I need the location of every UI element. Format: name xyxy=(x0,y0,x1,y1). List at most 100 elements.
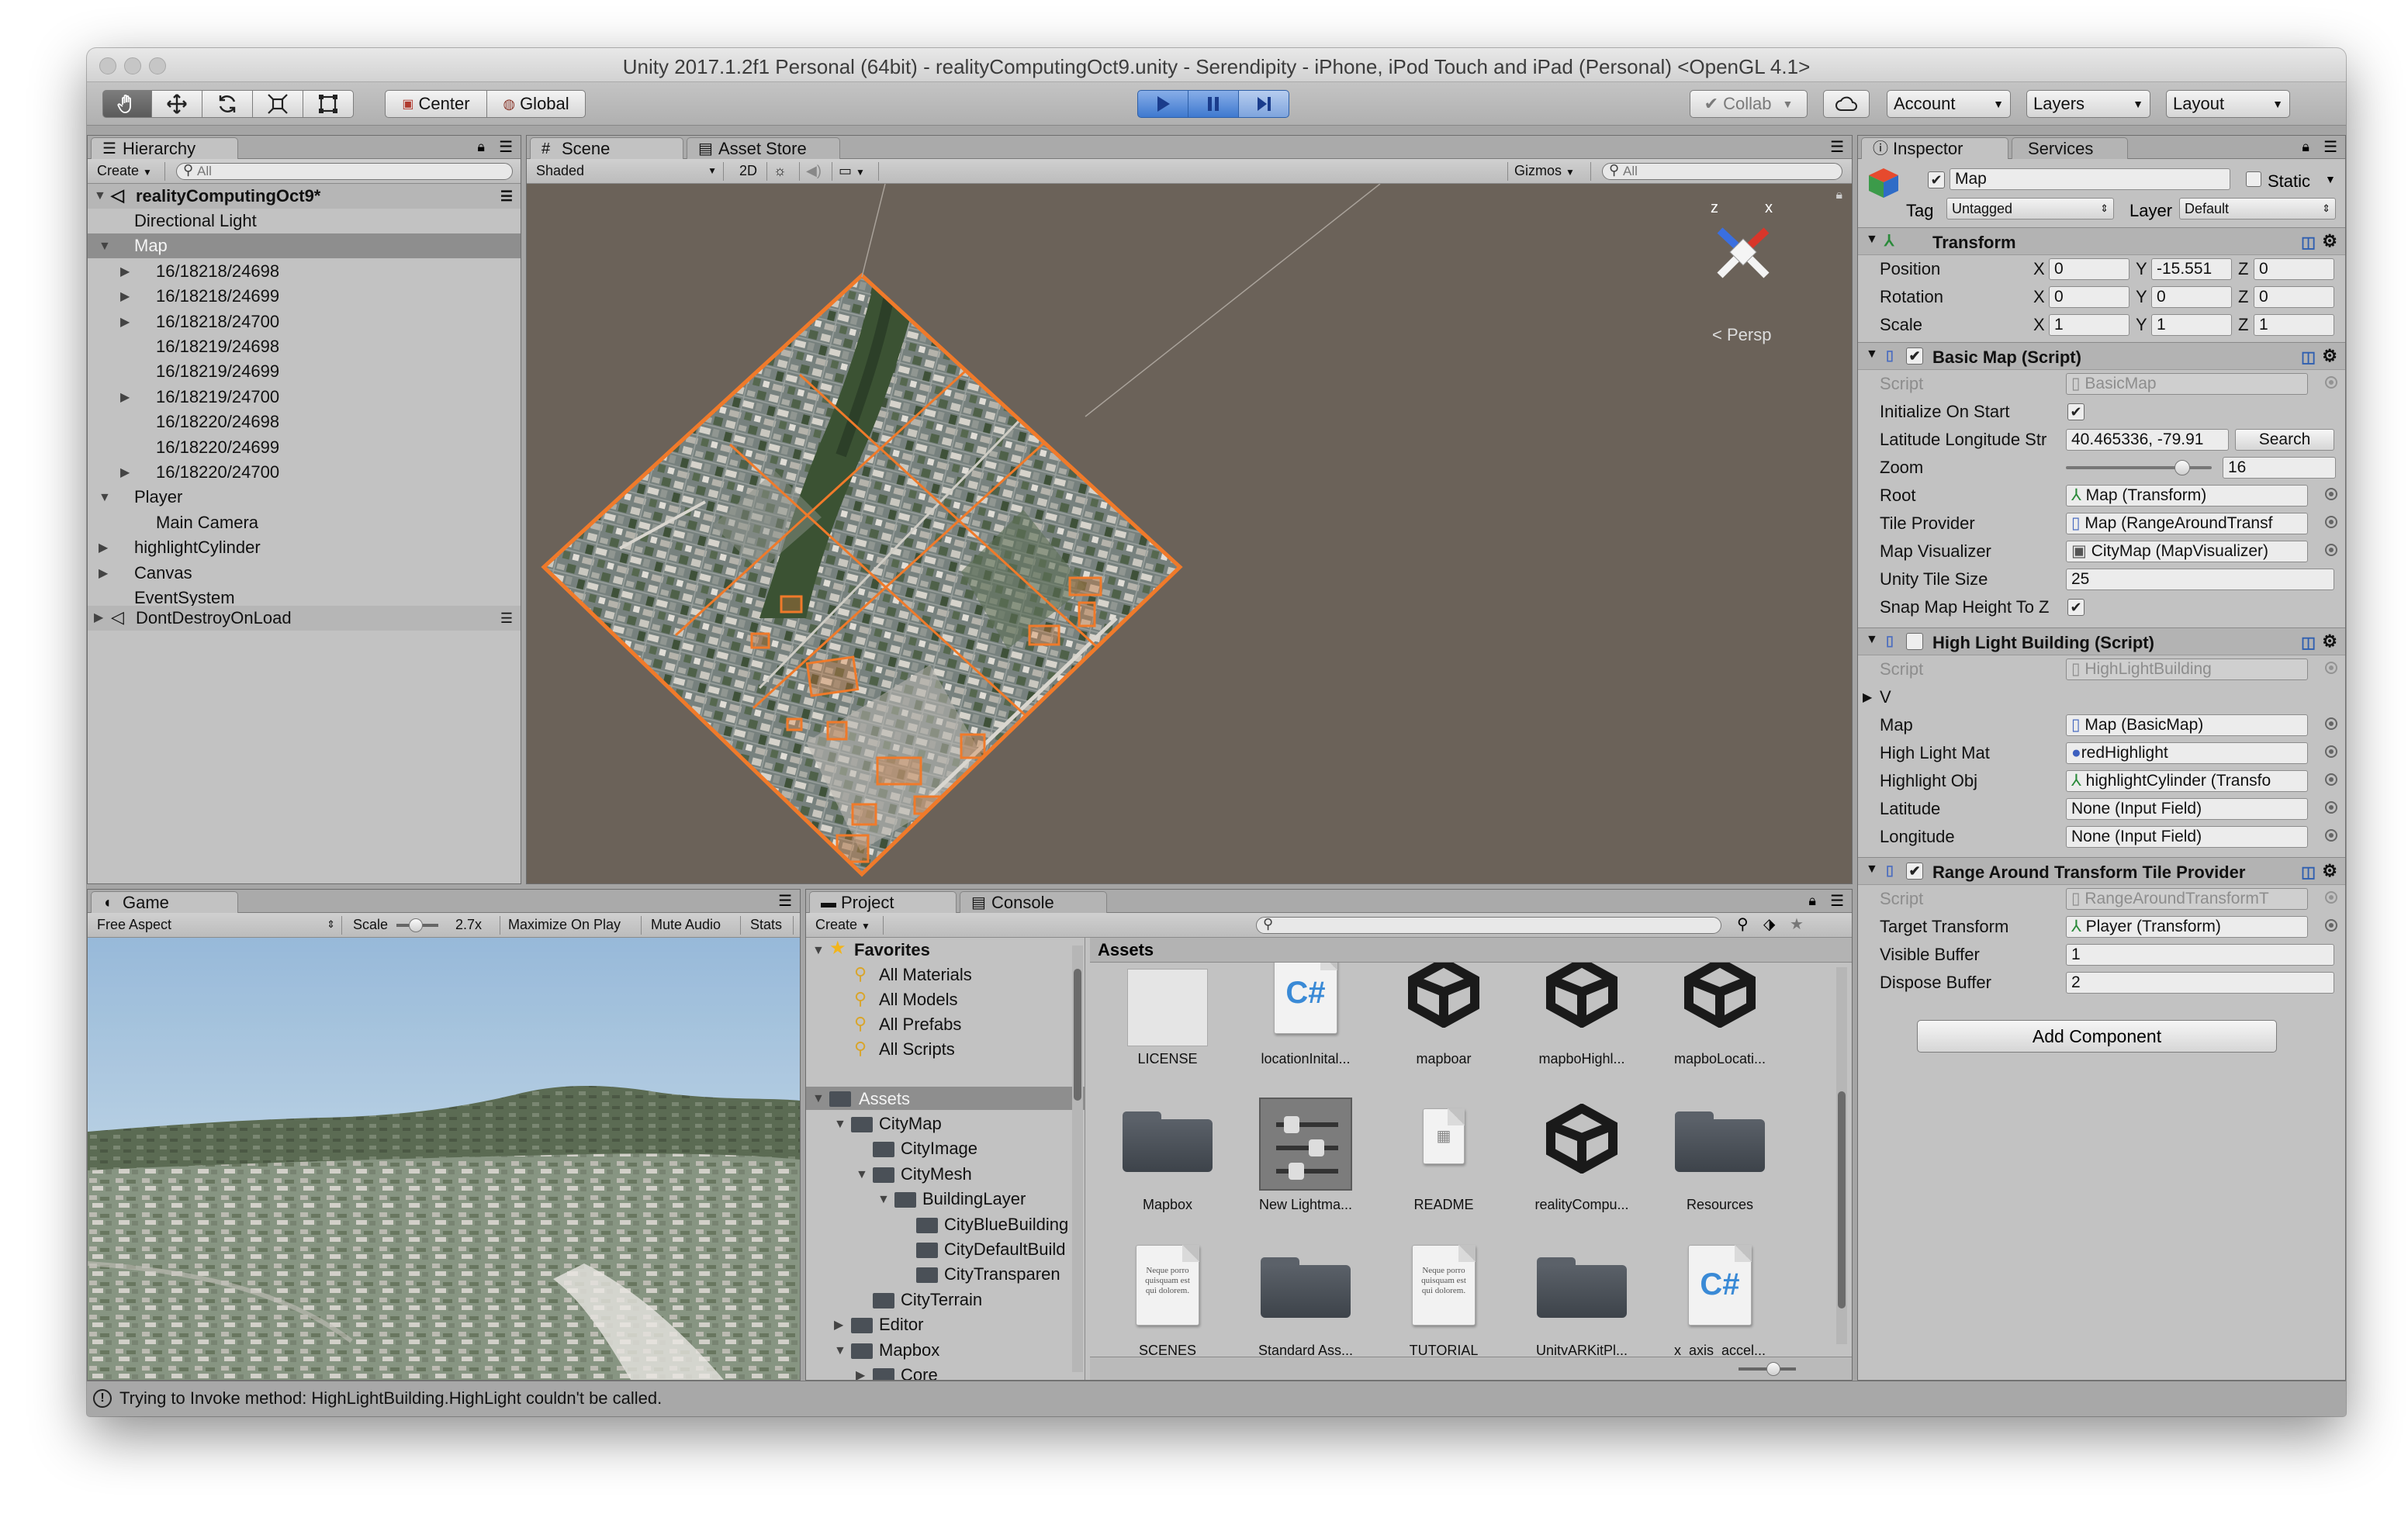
project-search-input[interactable] xyxy=(1256,916,1721,934)
tab-project[interactable]: ▬ Project xyxy=(809,891,957,913)
scene-search-input[interactable]: All xyxy=(1602,162,1842,180)
transform-position-y-input[interactable]: -15.551 xyxy=(2151,258,2232,280)
hierarchy-search-input[interactable]: All xyxy=(176,162,513,180)
dispose-buffer-input[interactable]: 2 xyxy=(2066,972,2334,994)
tile-provider-field[interactable]: ▯ Map (RangeAroundTransf xyxy=(2066,513,2308,534)
hierarchy-item[interactable]: 16/18219/24698 xyxy=(88,334,521,359)
shading-mode-dropdown[interactable]: Shaded ▼ xyxy=(530,162,724,181)
triangle-right-icon[interactable]: ▶ xyxy=(99,536,108,561)
add-component-button[interactable]: Add Component xyxy=(1917,1020,2277,1053)
effects-dropdown[interactable]: ▭ ▼ xyxy=(832,162,879,181)
asset-item[interactable]: ▦ README xyxy=(1382,1077,1506,1217)
hierarchy-item[interactable]: ▶ 16/18219/24700 xyxy=(88,385,521,410)
2d-toggle[interactable]: 2D xyxy=(733,162,767,181)
dontdestroyonload-row[interactable]: ▶ ◁ DontDestroyOnLoad ☰ xyxy=(88,606,521,631)
triangle-right-icon[interactable]: ▶ xyxy=(120,310,130,335)
panel-menu-icon[interactable]: ☰ xyxy=(500,606,513,631)
initialize-on-start-checkbox[interactable]: ✔ xyxy=(2067,403,2085,420)
panel-menu-icon[interactable]: ☰ xyxy=(500,184,513,209)
object-picker-icon[interactable] xyxy=(2325,516,2337,528)
triangle-down-icon[interactable]: ▼ xyxy=(856,1163,868,1187)
asset-item[interactable]: Standard Ass... xyxy=(1244,1223,1368,1355)
asset-item[interactable]: LICENSE xyxy=(1105,963,1230,1071)
triangle-right-icon[interactable]: ▶ xyxy=(834,1313,843,1338)
object-picker-icon[interactable] xyxy=(2325,488,2337,500)
gear-icon[interactable]: ⚙ xyxy=(2322,231,2337,251)
triangle-down-icon[interactable]: ▼ xyxy=(1866,863,1878,876)
panel-menu-icon[interactable]: ☰ xyxy=(499,137,513,157)
triangle-right-icon[interactable]: ▶ xyxy=(120,461,130,486)
filter-label-icon[interactable]: ⬗ xyxy=(1763,914,1775,934)
asset-item[interactable]: mapboar xyxy=(1382,963,1506,1071)
folder-tree-item[interactable]: ▼ BuildingLayer xyxy=(806,1187,1085,1212)
transform-rotation-z-input[interactable]: 0 xyxy=(2254,286,2334,308)
favorite-item[interactable]: ⚲ All Materials xyxy=(806,963,1085,987)
folder-tree-item[interactable]: CityImage xyxy=(806,1136,1085,1161)
active-checkbox[interactable]: ✔ xyxy=(1928,171,1945,188)
transform-position-z-input[interactable]: 0 xyxy=(2254,258,2334,280)
scale-slider-thumb[interactable] xyxy=(409,918,423,932)
help-book-icon[interactable]: ◫ xyxy=(2301,347,2316,367)
rect-tool-button[interactable] xyxy=(303,90,354,118)
folder-tree-item[interactable]: CityDefaultBuild xyxy=(806,1237,1085,1262)
triangle-right-icon[interactable]: ▶ xyxy=(120,385,130,410)
hierarchy-item[interactable]: ▶ 16/18218/24699 xyxy=(88,284,521,309)
help-book-icon[interactable]: ◫ xyxy=(2301,633,2316,652)
lock-icon[interactable]: 🔒︎ xyxy=(477,139,485,155)
aspect-dropdown[interactable]: Free Aspect ⇕ xyxy=(91,916,342,935)
tab-scene[interactable]: # Scene xyxy=(530,137,683,159)
object-picker-icon[interactable] xyxy=(2325,801,2337,814)
tab-inspector[interactable]: ⓘ Inspector xyxy=(1861,137,2008,159)
asset-item[interactable]: Resources xyxy=(1658,1077,1782,1217)
help-book-icon[interactable]: ◫ xyxy=(2301,863,2316,882)
project-create-dropdown[interactable]: Create ▼ xyxy=(809,916,884,935)
scene-viewport[interactable]: z x < Persp 🔒︎ xyxy=(527,184,1852,883)
favorites-row[interactable]: ▼ ★ Favorites xyxy=(806,938,1085,963)
object-picker-icon[interactable] xyxy=(2325,544,2337,556)
transform-rotation-x-input[interactable]: 0 xyxy=(2049,286,2129,308)
scene-root-row[interactable]: ▼ ◁ realityComputingOct9* ☰ xyxy=(88,184,521,209)
range-component-header[interactable]: ▼ ▯ ✔ Range Around Transform Tile Provid… xyxy=(1858,857,2345,885)
range-enabled-checkbox[interactable]: ✔ xyxy=(1906,863,1923,880)
scale-tool-button[interactable] xyxy=(252,90,303,118)
latlon-search-button[interactable]: Search xyxy=(2235,429,2334,451)
hand-tool-button[interactable] xyxy=(102,90,152,118)
lighting-toggle[interactable]: ☼ xyxy=(767,162,800,181)
folder-tree-item[interactable]: ▼ CityMesh xyxy=(806,1162,1085,1187)
tree-scrollbar[interactable] xyxy=(1072,945,1083,1372)
asset-item[interactable]: C# locationInital... xyxy=(1244,963,1368,1071)
basic-map-component-header[interactable]: ▼ ▯ ✔ Basic Map (Script) ◫ ⚙ xyxy=(1858,342,2345,370)
layer-dropdown[interactable]: Default ⇕ xyxy=(2179,198,2336,220)
hierarchy-item[interactable]: ▼ Map xyxy=(88,233,521,259)
folder-tree-item[interactable]: CityTransparen xyxy=(806,1262,1085,1287)
lock-icon[interactable]: 🔒︎ xyxy=(1835,188,1842,202)
panel-menu-icon[interactable]: ☰ xyxy=(1830,137,1844,157)
asset-item[interactable]: mapboLocati... xyxy=(1658,963,1782,1071)
lock-icon[interactable]: 🔒︎ xyxy=(1808,893,1816,909)
object-picker-icon[interactable] xyxy=(2325,773,2337,786)
folder-tree-item[interactable]: ▶ Editor xyxy=(806,1312,1085,1337)
transform-scale-z-input[interactable]: 1 xyxy=(2254,314,2334,336)
lock-icon[interactable]: 🔒︎ xyxy=(2302,139,2309,155)
asset-item[interactable]: Mapbox xyxy=(1105,1077,1230,1217)
layers-dropdown[interactable]: Layers ▼ xyxy=(2026,90,2150,118)
hierarchy-item[interactable]: ▶ 16/18218/24700 xyxy=(88,309,521,334)
audio-toggle[interactable]: ◀) xyxy=(800,162,832,181)
triangle-down-icon[interactable]: ▼ xyxy=(834,1339,846,1364)
gear-icon[interactable]: ⚙ xyxy=(2322,346,2337,366)
hierarchy-item[interactable]: ▼ Player xyxy=(88,485,521,510)
triangle-right-icon[interactable]: ▶ xyxy=(856,1364,865,1380)
account-dropdown[interactable]: Account ▼ xyxy=(1887,90,2011,118)
triangle-down-icon[interactable]: ▼ xyxy=(1866,347,1878,361)
transform-scale-y-input[interactable]: 1 xyxy=(2151,314,2232,336)
tab-asset-store[interactable]: ▤ Asset Store xyxy=(687,137,840,159)
asset-item[interactable]: New Lightma... xyxy=(1244,1077,1368,1217)
layout-dropdown[interactable]: Layout ▼ xyxy=(2166,90,2290,118)
basic-map-enabled-checkbox[interactable]: ✔ xyxy=(1906,347,1923,365)
v-foldout-row[interactable]: ▶ V xyxy=(1858,683,2345,711)
orientation-gizmo[interactable] xyxy=(1697,206,1790,299)
triangle-down-icon[interactable]: ▼ xyxy=(1866,233,1878,247)
triangle-down-icon[interactable]: ▼ xyxy=(812,939,825,963)
mute-audio-toggle[interactable]: Mute Audio xyxy=(645,916,741,935)
asset-item[interactable]: mapboHighl... xyxy=(1520,963,1644,1071)
